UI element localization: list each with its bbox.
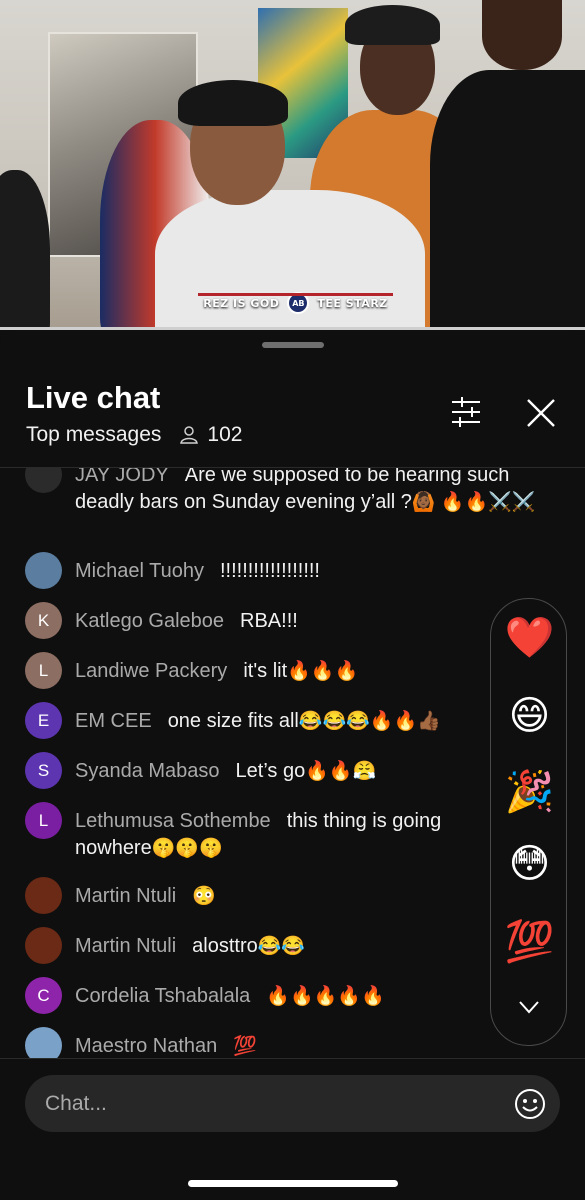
party-popper-icon[interactable]: 🎉: [491, 767, 568, 817]
chat-message[interactable]: L Lethumusa Sothembe this thing is going n…: [25, 802, 500, 862]
reaction-picker: ❤️ 😄 🎉 😳 💯: [490, 598, 567, 1046]
message-body: Cordelia Tshabalala 🔥🔥🔥🔥🔥: [75, 983, 385, 1010]
chat-mode-label: Top messages: [26, 423, 162, 446]
person-right-head: [482, 0, 562, 70]
chat-message[interactable]: C Cordelia Tshabalala 🔥🔥🔥🔥🔥: [25, 977, 565, 1014]
person-right: [430, 70, 585, 330]
chat-composer: [25, 1075, 560, 1132]
chat-input[interactable]: [45, 1075, 505, 1132]
message-emoji: 🔥🔥🔥🔥🔥: [266, 986, 385, 1007]
avatar[interactable]: E: [25, 702, 62, 739]
message-author[interactable]: Lethumusa Sothembe: [75, 810, 271, 832]
message-emoji: 😂😂😂🔥🔥👍🏾: [298, 711, 441, 732]
person-left: [0, 170, 50, 330]
close-icon[interactable]: [522, 394, 560, 432]
avatar[interactable]: L: [25, 652, 62, 689]
person-main-cap: [178, 80, 288, 126]
message-text: alosttro: [192, 935, 258, 957]
chat-message[interactable]: E EM CEE one size fits all😂😂😂🔥🔥👍🏾: [25, 702, 495, 739]
heart-icon[interactable]: ❤️: [491, 613, 568, 663]
person-orange-hat: [345, 5, 440, 45]
message-body: Landiwe Packery it's lit🔥🔥🔥: [75, 658, 358, 685]
message-emoji: 🔥🔥🔥: [287, 661, 359, 682]
message-emoji: 😂😂: [257, 936, 306, 957]
chevron-down-icon[interactable]: [516, 997, 542, 1017]
avatar[interactable]: [25, 468, 62, 493]
message-author[interactable]: Martin Ntuli: [75, 885, 176, 907]
message-author[interactable]: Maestro Nathan: [75, 1035, 217, 1057]
sliders-icon[interactable]: [448, 394, 484, 430]
avatar[interactable]: S: [25, 752, 62, 789]
message-author[interactable]: JAY JODY: [75, 468, 169, 486]
message-emoji: 🔥🔥😤: [305, 761, 377, 782]
avatar[interactable]: C: [25, 977, 62, 1014]
banner-left-name: REZ IS GOD: [203, 296, 280, 310]
chat-message[interactable]: Michael Tuohy!!!!!!!!!!!!!!!!!!: [25, 552, 565, 589]
message-emoji: 😳: [192, 886, 216, 907]
message-body: Syanda Mabaso Let’s go🔥🔥😤: [75, 758, 376, 785]
message-author[interactable]: EM CEE: [75, 710, 152, 732]
message-author[interactable]: Katlego Galeboe: [75, 610, 224, 632]
message-body: Michael Tuohy!!!!!!!!!!!!!!!!!!: [75, 558, 320, 585]
avatar[interactable]: [25, 877, 62, 914]
chat-message[interactable]: Maestro Nathan 💯: [25, 1027, 565, 1058]
composer-divider: [0, 1058, 585, 1059]
banner-right-name: TEE STARZ: [317, 296, 388, 310]
message-emoji: 🤫🤫🤫: [151, 838, 223, 859]
message-body: Martin Ntuli alosttro😂😂: [75, 933, 305, 960]
battle-banner: REZ IS GOD AB TEE STARZ: [198, 290, 393, 316]
chat-message[interactable]: K Katlego Galeboe RBA!!!: [25, 602, 565, 639]
message-body: Lethumusa Sothembe this thing is going no…: [75, 808, 500, 862]
avatar[interactable]: [25, 552, 62, 589]
message-text: one size fits all: [167, 710, 299, 732]
message-body: Maestro Nathan 💯: [75, 1033, 257, 1058]
message-author[interactable]: Syanda Mabaso: [75, 760, 220, 782]
hundred-points-icon[interactable]: 💯: [491, 917, 568, 967]
message-text: Let’s go: [235, 760, 306, 782]
avatar[interactable]: [25, 927, 62, 964]
chat-message[interactable]: S Syanda Mabaso Let’s go🔥🔥😤: [25, 752, 565, 789]
drag-handle[interactable]: [262, 342, 324, 348]
message-body: JAY JODY Are we supposed to be hearing su…: [75, 468, 565, 516]
message-author[interactable]: Martin Ntuli: [75, 935, 176, 957]
banner-line: [198, 293, 393, 296]
chat-message[interactable]: L Landiwe Packery it's lit🔥🔥🔥: [25, 652, 565, 689]
chat-message[interactable]: Martin Ntuli alosttro😂😂: [25, 927, 565, 964]
person-icon: [180, 426, 199, 444]
video-player[interactable]: REZ IS GOD AB TEE STARZ: [0, 0, 585, 330]
message-body: Martin Ntuli 😳: [75, 883, 216, 910]
smiley-icon[interactable]: [513, 1087, 547, 1121]
message-author[interactable]: Landiwe Packery: [75, 660, 227, 682]
flushed-face-icon[interactable]: 😳: [491, 839, 568, 889]
message-body: Katlego Galeboe RBA!!!: [75, 608, 298, 635]
home-indicator[interactable]: [188, 1180, 398, 1187]
message-emoji: 💯: [233, 1036, 257, 1057]
avatar[interactable]: [25, 1027, 62, 1058]
chat-message[interactable]: Martin Ntuli 😳: [25, 877, 565, 914]
panel-title: Live chat: [26, 380, 161, 415]
message-text: !!!!!!!!!!!!!!!!!!: [219, 560, 320, 582]
avatar[interactable]: L: [25, 802, 62, 839]
viewer-count: 102: [207, 423, 243, 446]
avatar[interactable]: K: [25, 602, 62, 639]
message-author[interactable]: Michael Tuohy: [75, 560, 204, 582]
chat-message[interactable]: JAY JODY Are we supposed to be hearing su…: [25, 468, 565, 516]
message-text: it's lit: [243, 660, 288, 682]
message-body: EM CEE one size fits all😂😂😂🔥🔥👍🏾: [75, 708, 441, 735]
message-emoji: 🙆🏾 🔥🔥⚔️⚔️: [411, 492, 536, 513]
chat-mode-selector[interactable]: Top messages 102: [26, 423, 242, 447]
live-chat-panel: Live chat Top messages 102 JAY JODY Are w…: [0, 330, 585, 1200]
message-text: RBA!!!: [240, 610, 298, 632]
grinning-face-icon[interactable]: 😄: [491, 691, 568, 741]
message-author[interactable]: Cordelia Tshabalala: [75, 985, 250, 1007]
